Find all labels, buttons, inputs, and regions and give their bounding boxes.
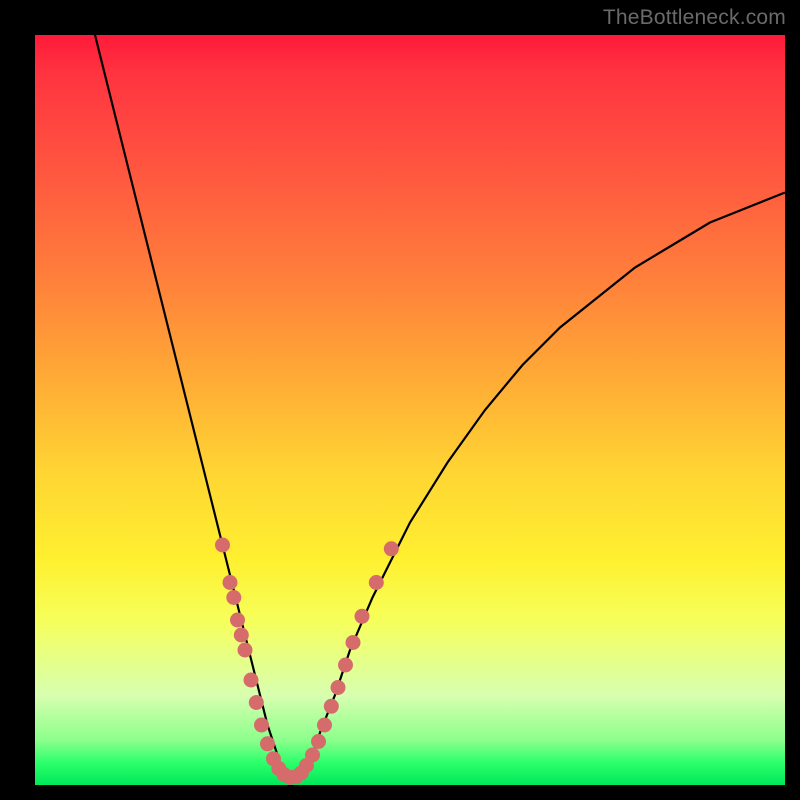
highlight-dot [384, 541, 399, 556]
highlight-dot [244, 673, 259, 688]
watermark-text: TheBottleneck.com [603, 6, 786, 30]
highlight-dot [226, 590, 241, 605]
curve-layer [35, 35, 785, 785]
highlight-dot [254, 718, 269, 733]
highlight-dot [305, 748, 320, 763]
highlight-dot [338, 658, 353, 673]
highlight-dot [230, 613, 245, 628]
highlight-dot [355, 609, 370, 624]
highlight-dot [223, 575, 238, 590]
plot-area [35, 35, 785, 785]
chart-frame: TheBottleneck.com [0, 0, 800, 800]
highlight-dot [234, 628, 249, 643]
highlight-dot [311, 734, 326, 749]
highlight-dots [215, 538, 399, 786]
bottleneck-curve [95, 35, 785, 778]
highlight-dot [317, 718, 332, 733]
highlight-dot [215, 538, 230, 553]
highlight-dot [331, 680, 346, 695]
highlight-dot [249, 695, 264, 710]
highlight-dot [260, 736, 275, 751]
highlight-dot [324, 699, 339, 714]
highlight-dot [346, 635, 361, 650]
highlight-dot [369, 575, 384, 590]
highlight-dot [238, 643, 253, 658]
